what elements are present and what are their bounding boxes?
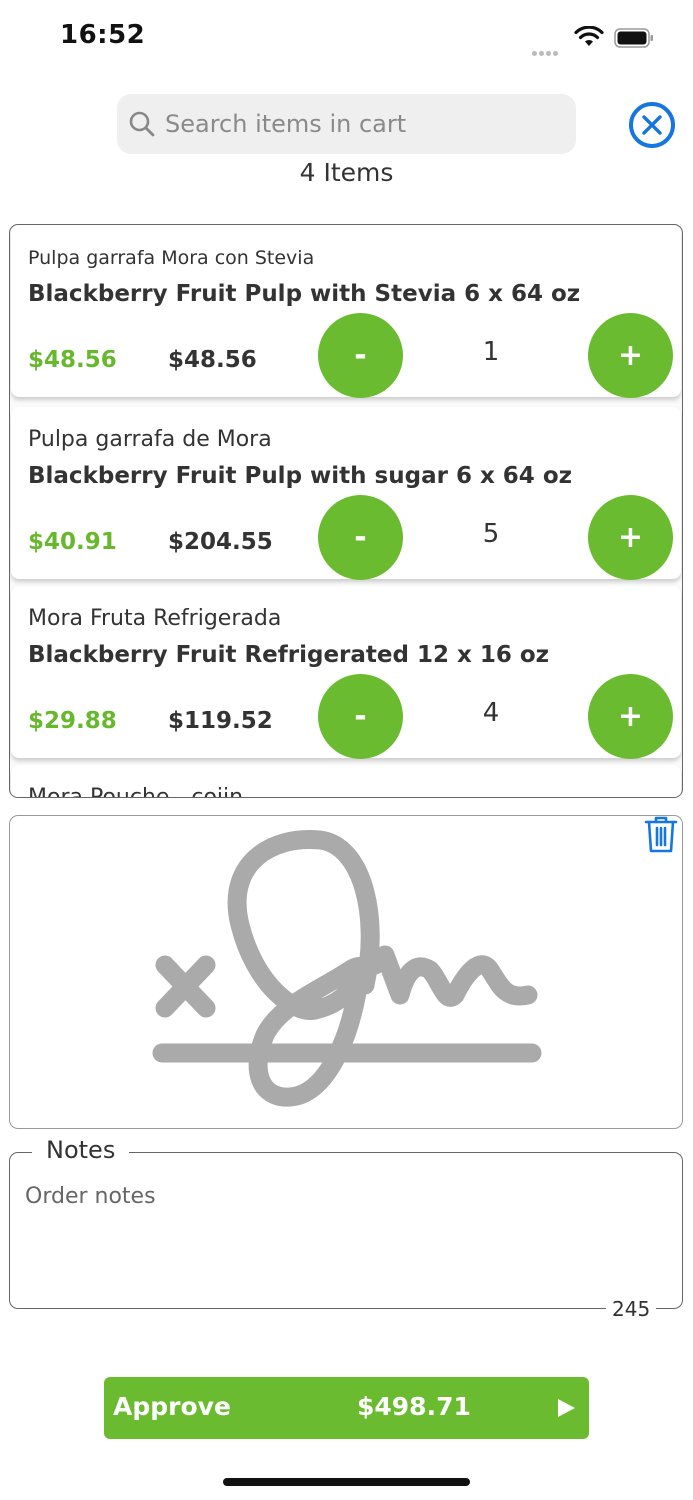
decrease-quantity-button[interactable]: -	[318, 674, 403, 759]
cart-item: Mora Pouche - cojin	[11, 765, 681, 798]
item-unit-price: $29.88	[28, 708, 117, 734]
order-total: $498.71	[357, 1392, 471, 1421]
item-total-price: $204.55	[168, 529, 273, 555]
search-input[interactable]	[165, 104, 565, 144]
item-name-spanish: Mora Pouche - cojin	[28, 785, 244, 798]
battery-icon	[614, 28, 653, 48]
item-quantity: 1	[482, 337, 500, 367]
search-icon	[129, 111, 155, 137]
close-button[interactable]	[629, 102, 675, 148]
home-indicator	[223, 1478, 470, 1486]
decrease-quantity-button[interactable]: -	[318, 313, 403, 398]
notes-input[interactable]	[25, 1184, 665, 1284]
cart-item-list[interactable]: Pulpa garrafa Mora con Stevia Blackberry…	[9, 224, 683, 798]
item-name-english: Blackberry Fruit Pulp with sugar 6 x 64 …	[28, 463, 573, 489]
approve-label: Approve	[113, 1392, 231, 1421]
item-unit-price: $48.56	[28, 347, 117, 373]
notes-character-count: 245	[606, 1297, 657, 1321]
cart-item: Pulpa garrafa Mora con Stevia Blackberry…	[11, 225, 681, 398]
item-name-english: Blackberry Fruit Pulp with Stevia 6 x 64…	[28, 281, 581, 307]
approve-button[interactable]: Approve $498.71	[104, 1377, 589, 1439]
play-icon	[558, 1399, 575, 1417]
status-time: 16:52	[60, 20, 146, 50]
cart-item-count: 4 Items	[299, 158, 394, 187]
item-total-price: $119.52	[168, 708, 273, 734]
item-unit-price: $40.91	[28, 529, 117, 555]
signature-icon	[152, 829, 542, 1107]
cart-item: Pulpa garrafa de Mora Blackberry Fruit P…	[11, 407, 681, 580]
increase-quantity-button[interactable]: +	[588, 313, 673, 398]
item-name-spanish: Mora Fruta Refrigerada	[28, 606, 282, 631]
item-total-price: $48.56	[168, 347, 257, 373]
notes-label: Notes	[32, 1136, 130, 1164]
increase-quantity-button[interactable]: +	[588, 674, 673, 759]
item-name-english: Blackberry Fruit Refrigerated 12 x 16 oz	[28, 642, 550, 668]
increase-quantity-button[interactable]: +	[588, 495, 673, 580]
cellular-signal-icon	[532, 41, 566, 56]
item-quantity: 5	[482, 519, 500, 549]
item-quantity: 4	[482, 698, 500, 728]
item-name-spanish: Pulpa garrafa de Mora	[28, 427, 272, 452]
cart-item: Mora Fruta Refrigerada Blackberry Fruit …	[11, 586, 681, 759]
item-name-spanish: Pulpa garrafa Mora con Stevia	[28, 247, 315, 269]
trash-icon[interactable]	[643, 814, 679, 854]
wifi-icon	[574, 26, 604, 46]
decrease-quantity-button[interactable]: -	[318, 495, 403, 580]
close-icon	[642, 115, 662, 135]
